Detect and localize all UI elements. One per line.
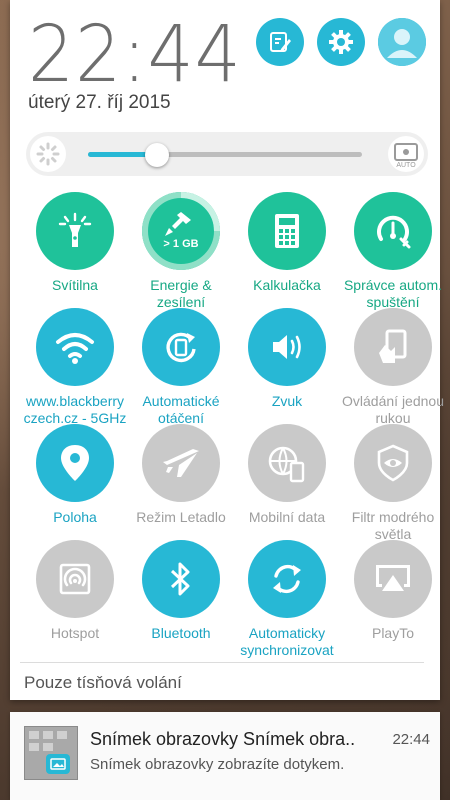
- notification-text: Snímek obrazovky zobrazíte dotykem.: [90, 756, 345, 773]
- tile-rotate[interactable]: Automatické otáčení: [128, 308, 234, 427]
- quick-settings-panel: 22:44 úterý 27. říj 2015 AUTO Svítilna >…: [10, 0, 444, 700]
- flashlight-icon: [55, 211, 95, 251]
- tile-label: Zvuk: [271, 393, 303, 409]
- tile-label: Mobilní data: [248, 509, 326, 525]
- mobile-data-icon: [265, 443, 309, 483]
- auto-brightness-icon: AUTO: [394, 143, 418, 169]
- tile-label: Kalkulačka: [253, 277, 321, 293]
- bluetooth-icon: [166, 559, 196, 599]
- tile-eye-filter[interactable]: Filtr modrého světla: [340, 424, 446, 543]
- tile-button[interactable]: [142, 540, 220, 618]
- location-icon: [58, 443, 92, 483]
- sync-icon: [267, 559, 307, 599]
- tile-label: Filtr modrého světla: [351, 509, 435, 542]
- airplane-icon: [159, 443, 203, 483]
- sound-icon: [267, 327, 307, 367]
- image-icon: [46, 754, 70, 774]
- screenshot-notification[interactable]: Snímek obrazovky Snímek obra.. 22:44 Sní…: [10, 712, 440, 800]
- tile-sync[interactable]: Automaticky synchronizovat: [234, 540, 340, 659]
- tile-button[interactable]: [36, 540, 114, 618]
- brightness-slider[interactable]: [88, 143, 362, 167]
- tile-button[interactable]: [248, 308, 326, 386]
- tile-button[interactable]: [248, 540, 326, 618]
- auto-brightness-button[interactable]: AUTO: [388, 136, 424, 172]
- tile-wifi[interactable]: www.blackberry czech.cz - 5GHz: [22, 308, 128, 427]
- tile-button[interactable]: [36, 308, 114, 386]
- eye-filter-icon: [373, 443, 413, 483]
- edit-tiles-button[interactable]: [256, 18, 304, 66]
- tile-label: Svítilna: [52, 277, 98, 293]
- rotate-icon: [161, 327, 201, 367]
- tile-button[interactable]: [36, 424, 114, 502]
- tile-button[interactable]: [142, 308, 220, 386]
- tile-button[interactable]: [142, 424, 220, 502]
- tile-label: Poloha: [53, 509, 97, 525]
- wifi-icon: [53, 329, 97, 365]
- brightness-slider-thumb[interactable]: [144, 143, 169, 167]
- clock: 22:44: [28, 10, 242, 100]
- tile-label: Automaticky synchronizovat: [240, 625, 334, 658]
- tile-button[interactable]: [36, 192, 114, 270]
- tile-label: Bluetooth: [151, 625, 211, 641]
- tile-button[interactable]: [354, 192, 432, 270]
- tile-label: www.blackberry czech.cz - 5GHz: [23, 393, 127, 426]
- tile-button[interactable]: > 1 GB: [142, 192, 220, 270]
- tile-one-hand[interactable]: Ovládání jednou rukou: [340, 308, 446, 427]
- tile-button[interactable]: [354, 540, 432, 618]
- memory-badge: > 1 GB: [163, 238, 199, 250]
- notification-time: 22:44: [392, 731, 430, 748]
- tile-button[interactable]: [354, 308, 432, 386]
- notification-title: Snímek obrazovky Snímek obra..: [90, 729, 356, 749]
- tile-calculator[interactable]: Kalkulačka: [234, 192, 340, 294]
- tile-hotspot[interactable]: Hotspot: [22, 540, 128, 642]
- tile-mobile-data[interactable]: Mobilní data: [234, 424, 340, 526]
- tile-autostart[interactable]: Správce autom. spuštění: [340, 192, 446, 311]
- auto-label: AUTO: [396, 162, 416, 169]
- date: úterý 27. říj 2015: [28, 92, 171, 113]
- divider: [20, 662, 424, 663]
- tile-button[interactable]: [248, 192, 326, 270]
- tile-label: Hotspot: [50, 625, 100, 641]
- one-hand-icon: [373, 327, 413, 367]
- settings-button[interactable]: [317, 18, 365, 66]
- tile-label: Režim Letadlo: [136, 509, 226, 525]
- hotspot-icon: [55, 559, 95, 599]
- tile-button[interactable]: [248, 424, 326, 502]
- tile-label: Správce autom. spuštění: [343, 277, 443, 310]
- emergency-calls-only-label: Pouze tísňová volání: [24, 673, 182, 692]
- edit-icon: [270, 32, 291, 52]
- tile-label: Ovládání jednou rukou: [342, 393, 444, 426]
- tile-bluetooth[interactable]: Bluetooth: [128, 540, 234, 642]
- cast-icon: [372, 559, 414, 599]
- tile-sound[interactable]: Zvuk: [234, 308, 340, 410]
- tile-location[interactable]: Poloha: [22, 424, 128, 526]
- brightness-low-icon: [30, 136, 66, 172]
- tile-button[interactable]: [354, 424, 432, 502]
- tile-label: PlayTo: [371, 625, 415, 641]
- brightness-control: AUTO: [26, 132, 428, 176]
- avatar-icon: [378, 18, 426, 66]
- tile-label: Energie & zesílení: [150, 277, 212, 310]
- calculator-icon: [269, 211, 305, 251]
- tile-cast[interactable]: PlayTo: [340, 540, 446, 642]
- autostart-icon: [371, 209, 415, 253]
- tile-boost[interactable]: > 1 GB Energie & zesílení: [128, 192, 234, 311]
- tile-flashlight[interactable]: Svítilna: [22, 192, 128, 294]
- user-profile-button[interactable]: [378, 18, 426, 66]
- gear-icon: [329, 30, 353, 54]
- tile-label: Automatické otáčení: [142, 393, 220, 426]
- tile-airplane[interactable]: Režim Letadlo: [128, 424, 234, 526]
